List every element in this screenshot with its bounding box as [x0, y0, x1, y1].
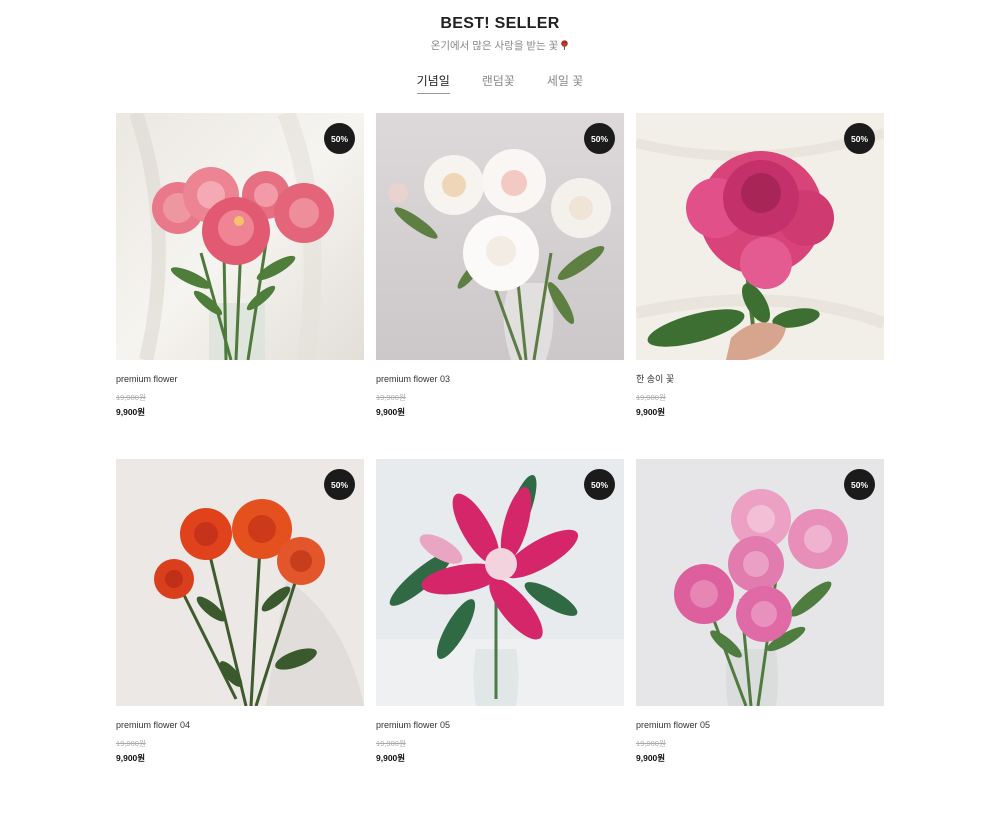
original-price: 19,900원 [636, 739, 666, 748]
section-subtitle: 온기에서 많은 사랑을 받는 꽃 [0, 39, 1000, 53]
discount-badge: 50% [844, 123, 875, 154]
tab-random-flower[interactable]: 랜덤꽃 [482, 72, 515, 94]
product-name[interactable]: 한 송이 꽃 [636, 373, 884, 385]
product-image[interactable] [636, 113, 884, 360]
original-price: 19,900원 [376, 393, 406, 402]
product-image[interactable] [116, 113, 364, 360]
product-image-container[interactable]: 50% [116, 113, 364, 360]
sale-price: 9,900원 [116, 753, 146, 763]
subtitle-text: 온기에서 많은 사랑을 받는 꽃 [430, 40, 559, 52]
product-name[interactable]: premium flower 05 [636, 719, 884, 731]
product-image[interactable] [636, 459, 884, 706]
sale-price: 9,900원 [636, 407, 666, 417]
tab-sale-flower[interactable]: 세일 꽃 [547, 72, 583, 94]
discount-badge: 50% [584, 469, 615, 500]
section-header: BEST! SELLER 온기에서 많은 사랑을 받는 꽃 [0, 14, 1000, 53]
tab-anniversary[interactable]: 기념일 [416, 72, 450, 94]
product-name[interactable]: premium flower 03 [376, 373, 624, 385]
category-tabs: 기념일 랜덤꽃 세일 꽃 [0, 72, 1000, 94]
original-price: 19,900원 [116, 393, 146, 402]
product-image-container[interactable]: 50% [376, 459, 624, 706]
section-title: BEST! SELLER [440, 15, 560, 32]
original-price: 19,900원 [636, 393, 666, 402]
product-image-container[interactable]: 50% [116, 459, 364, 706]
product-card[interactable]: 50% premium flower 04 19,900원 9,900원 [116, 459, 364, 763]
product-image[interactable] [376, 459, 624, 706]
product-name[interactable]: premium flower 04 [116, 719, 364, 731]
sale-price: 9,900원 [376, 407, 406, 417]
sale-price: 9,900원 [376, 753, 406, 763]
product-card[interactable]: 50% premium flower 03 19,900원 9,900원 [376, 113, 624, 417]
product-image[interactable] [116, 459, 364, 706]
original-price: 19,900원 [116, 739, 146, 748]
discount-badge: 50% [844, 469, 875, 500]
rose-emoji-icon [561, 40, 569, 50]
product-image-container[interactable]: 50% [376, 113, 624, 360]
product-grid: 50% premium flower 19,900원 9,900원 50% pr… [116, 113, 884, 763]
product-name[interactable]: premium flower [116, 373, 364, 385]
product-image-container[interactable]: 50% [636, 459, 884, 706]
product-card[interactable]: 50% 한 송이 꽃 19,900원 9,900원 [636, 113, 884, 417]
discount-badge: 50% [584, 123, 615, 154]
discount-badge: 50% [324, 123, 355, 154]
discount-badge: 50% [324, 469, 355, 500]
original-price: 19,900원 [376, 739, 406, 748]
product-image[interactable] [376, 113, 624, 360]
product-image-container[interactable]: 50% [636, 113, 884, 360]
sale-price: 9,900원 [116, 407, 146, 417]
product-name[interactable]: premium flower 05 [376, 719, 624, 731]
product-card[interactable]: 50% premium flower 19,900원 9,900원 [116, 113, 364, 417]
sale-price: 9,900원 [636, 753, 666, 763]
product-card[interactable]: 50% premium flower 05 19,900원 9,900원 [636, 459, 884, 763]
product-card[interactable]: 50% premium flower 05 19,900원 9,900원 [376, 459, 624, 763]
